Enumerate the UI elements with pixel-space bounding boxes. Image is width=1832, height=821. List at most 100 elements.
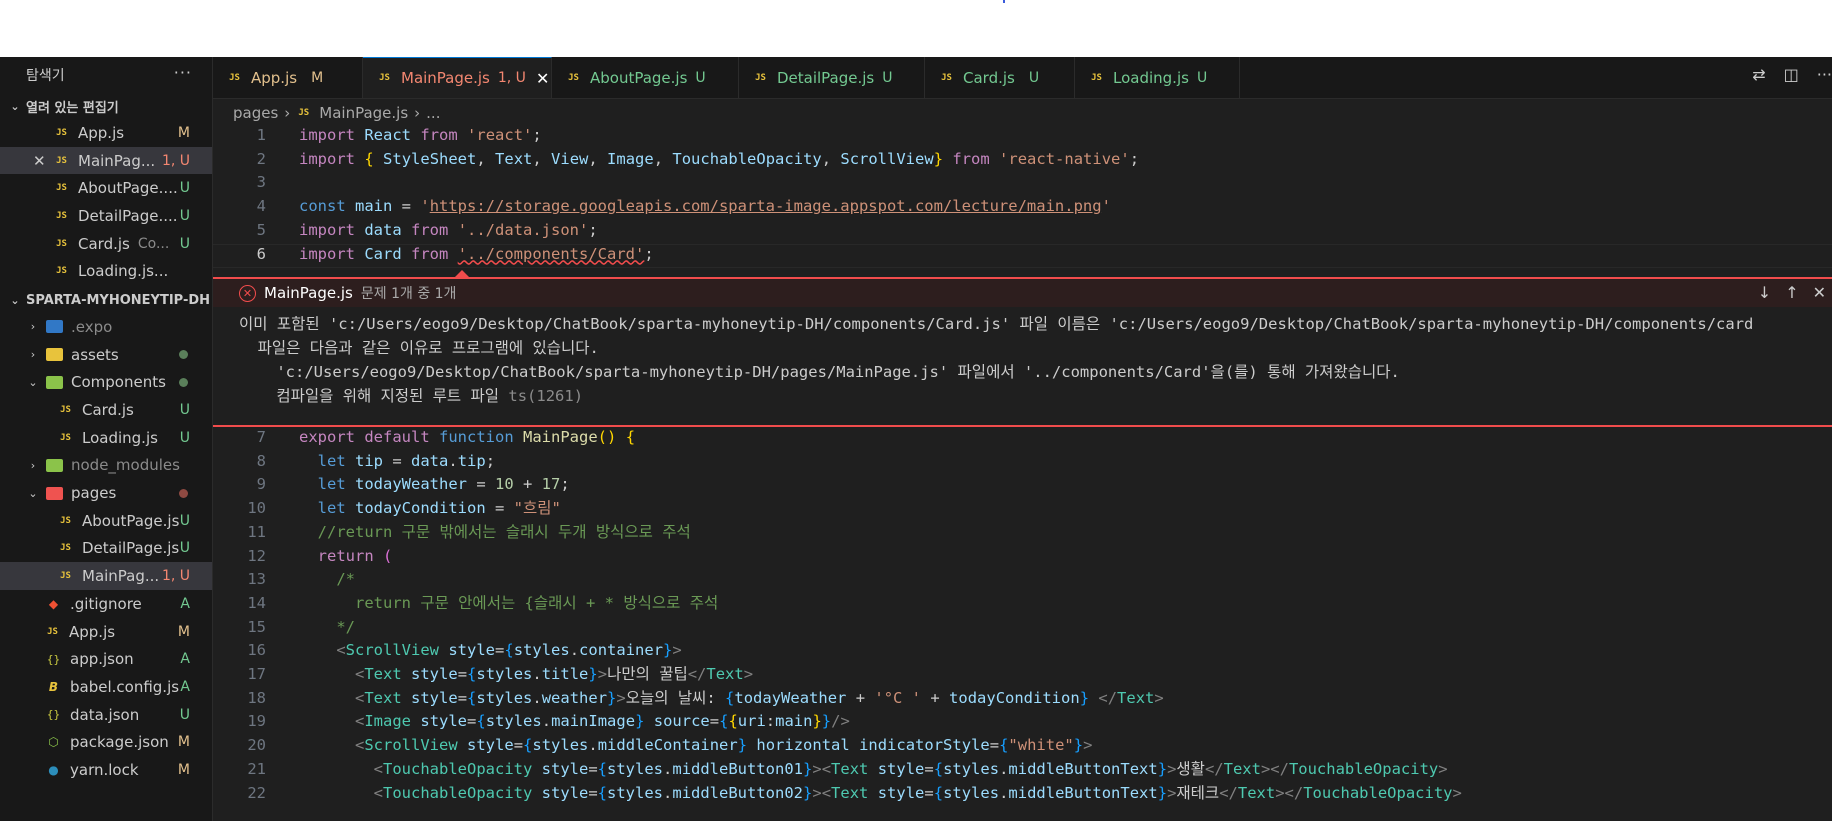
- line-number: 16: [247, 641, 266, 660]
- code-editor-bottom[interactable]: 7 export default function MainPage() { 8…: [213, 426, 1832, 821]
- chevron-down-icon: ⌄: [10, 293, 20, 307]
- problem-line: 파일은 다음과 같은 이유로 프로그램에 있습니다.: [239, 339, 599, 357]
- yarn-icon: ●: [48, 762, 59, 777]
- tree-file-yarnlock[interactable]: ● yarn.lock M: [0, 756, 212, 784]
- compare-changes-icon[interactable]: ⇄: [1752, 65, 1765, 84]
- tree-folder-expo[interactable]: › .expo: [0, 313, 212, 341]
- tree-file-card[interactable]: JS Card.js U: [0, 396, 212, 424]
- chevron-right-icon: ›: [30, 458, 36, 472]
- open-editors-section[interactable]: ⌄ 열려 있는 편집기: [0, 93, 212, 119]
- file-name: Loading.js: [82, 428, 158, 447]
- js-file-icon: JS: [56, 155, 67, 166]
- breadcrumb-symbol[interactable]: ...: [426, 104, 440, 122]
- tab-status: 1, U: [497, 70, 526, 86]
- close-icon[interactable]: ✕: [536, 69, 549, 88]
- open-editor-item[interactable]: ✕ JS MainPag... 1, U: [0, 146, 212, 175]
- peek-header: ✕ MainPage.js 문제 1개 중 1개 ↓ ↑ ✕: [213, 279, 1832, 307]
- tab-label: DetailPage.js: [777, 68, 875, 87]
- open-editor-item[interactable]: JS Card.js Co... U: [0, 230, 212, 258]
- next-problem-icon[interactable]: ↓: [1758, 283, 1771, 302]
- line-number: 11: [247, 522, 266, 541]
- code-line: 3: [213, 171, 1832, 195]
- open-editor-item[interactable]: JS AboutPage.... U: [0, 174, 212, 202]
- line-number: 6: [256, 244, 266, 263]
- code-text: let todayCondition = "흐림": [317, 499, 561, 518]
- git-dot: [179, 377, 188, 387]
- open-editor-item[interactable]: JS Loading.js...: [0, 257, 212, 285]
- tree-folder-assets[interactable]: › assets: [0, 341, 212, 369]
- code-text: <Text style={styles.title}>나만의 꿀팁</Text>: [355, 665, 754, 683]
- chevron-down-icon: ⌄: [10, 99, 20, 113]
- explorer-sidebar: 탐색기 ··· ⌄ 열려 있는 편집기 JS App.js M ✕ JS Mai…: [0, 57, 213, 821]
- breadcrumb-file[interactable]: MainPage.js: [319, 104, 408, 122]
- tab-label: Loading.js: [1113, 68, 1189, 87]
- git-badge: U: [179, 512, 190, 529]
- line-number: 17: [247, 665, 266, 683]
- line-number: 4: [256, 197, 266, 216]
- file-name: package.json: [70, 733, 169, 752]
- open-editor-item[interactable]: JS App.js M: [0, 119, 212, 147]
- close-icon[interactable]: ✕: [1813, 283, 1826, 302]
- tab-card[interactable]: JS Card.js U: [925, 57, 1075, 98]
- tree-file-appjson[interactable]: {} app.json A: [0, 645, 212, 673]
- code-text: /*: [336, 570, 355, 589]
- code-line: 19 <Image style={styles.mainImage} sourc…: [213, 710, 1832, 734]
- tree-folder-components[interactable]: ⌄ Components: [0, 369, 212, 397]
- js-file-icon: JS: [56, 266, 67, 277]
- problem-count: 문제 1개 중 1개: [360, 286, 457, 302]
- line-number: 2: [256, 149, 266, 168]
- js-file-icon: JS: [60, 543, 71, 554]
- git-badge: A: [180, 651, 190, 668]
- open-editor-item[interactable]: JS DetailPage.... U: [0, 202, 212, 230]
- tab-mainpage[interactable]: JS MainPage.js 1, U ✕: [363, 57, 552, 98]
- folder-name: Components: [71, 373, 166, 392]
- code-text: import React from 'react';: [299, 126, 542, 144]
- code-text: */: [336, 617, 355, 636]
- browser-top-area: [0, 0, 1832, 57]
- js-file-icon: JS: [60, 571, 71, 582]
- previous-problem-icon[interactable]: ↑: [1785, 283, 1798, 302]
- more-actions-icon[interactable]: ···: [1817, 65, 1832, 84]
- problem-code[interactable]: ts(1261): [508, 387, 583, 405]
- js-file-icon: JS: [568, 72, 579, 83]
- tab-detailpage[interactable]: JS DetailPage.js U: [739, 57, 925, 98]
- tree-folder-pages[interactable]: ⌄ pages: [0, 479, 212, 507]
- code-text: const main = 'https://storage.googleapis…: [299, 197, 1111, 216]
- code-line: 6 import Card from '../components/Card';: [213, 243, 1832, 267]
- tree-file-app[interactable]: JS App.js M: [0, 618, 212, 646]
- code-line: 4 const main = 'https://storage.googleap…: [213, 195, 1832, 219]
- line-number: 3: [256, 173, 266, 192]
- git-badge: M: [177, 623, 190, 640]
- tree-file-aboutpage[interactable]: JS AboutPage.js U: [0, 507, 212, 535]
- file-name: App.js: [69, 622, 116, 641]
- code-text: <TouchableOpacity style={styles.middleBu…: [373, 783, 1462, 802]
- tab-app[interactable]: JS App.js M: [213, 57, 363, 98]
- peek-arrow: [455, 270, 469, 277]
- tree-file-package[interactable]: ⬡ package.json M: [0, 728, 212, 756]
- file-name: MainPag...: [82, 567, 160, 586]
- tree-file-datajson[interactable]: {} data.json U: [0, 701, 212, 729]
- more-actions-icon[interactable]: ···: [174, 63, 192, 82]
- tree-file-loading[interactable]: JS Loading.js U: [0, 424, 212, 452]
- file-name: data.json: [70, 705, 140, 724]
- close-icon[interactable]: ✕: [33, 152, 46, 170]
- code-line: 20 <ScrollView style={styles.middleConta…: [213, 734, 1832, 758]
- split-editor-icon[interactable]: ◫: [1784, 65, 1799, 84]
- code-line: 7 export default function MainPage() {: [213, 426, 1832, 450]
- file-description: Co...: [137, 235, 170, 252]
- tab-aboutpage[interactable]: JS AboutPage.js U: [552, 57, 739, 98]
- tree-file-babel[interactable]: B babel.config.js A: [0, 673, 212, 701]
- tree-folder-node-modules[interactable]: › node_modules: [0, 452, 212, 480]
- tree-file-mainpage[interactable]: JS MainPag... 1, U: [0, 562, 212, 590]
- chevron-right-icon: ›: [30, 320, 36, 334]
- tab-loading[interactable]: JS Loading.js U: [1075, 57, 1240, 98]
- code-editor-top[interactable]: 1 import React from 'react'; 2 import { …: [213, 124, 1832, 269]
- project-section[interactable]: ⌄ SPARTA-MYHONEYTIP-DH: [0, 287, 212, 313]
- git-badge: U: [179, 235, 190, 252]
- tree-file-gitignore[interactable]: ◆ .gitignore A: [0, 590, 212, 618]
- tab-status: U: [1028, 69, 1040, 86]
- line-number: 5: [256, 220, 266, 239]
- breadcrumb-folder[interactable]: pages: [233, 104, 278, 122]
- tree-file-detailpage[interactable]: JS DetailPage.js U: [0, 535, 212, 563]
- line-number: 7: [256, 428, 266, 446]
